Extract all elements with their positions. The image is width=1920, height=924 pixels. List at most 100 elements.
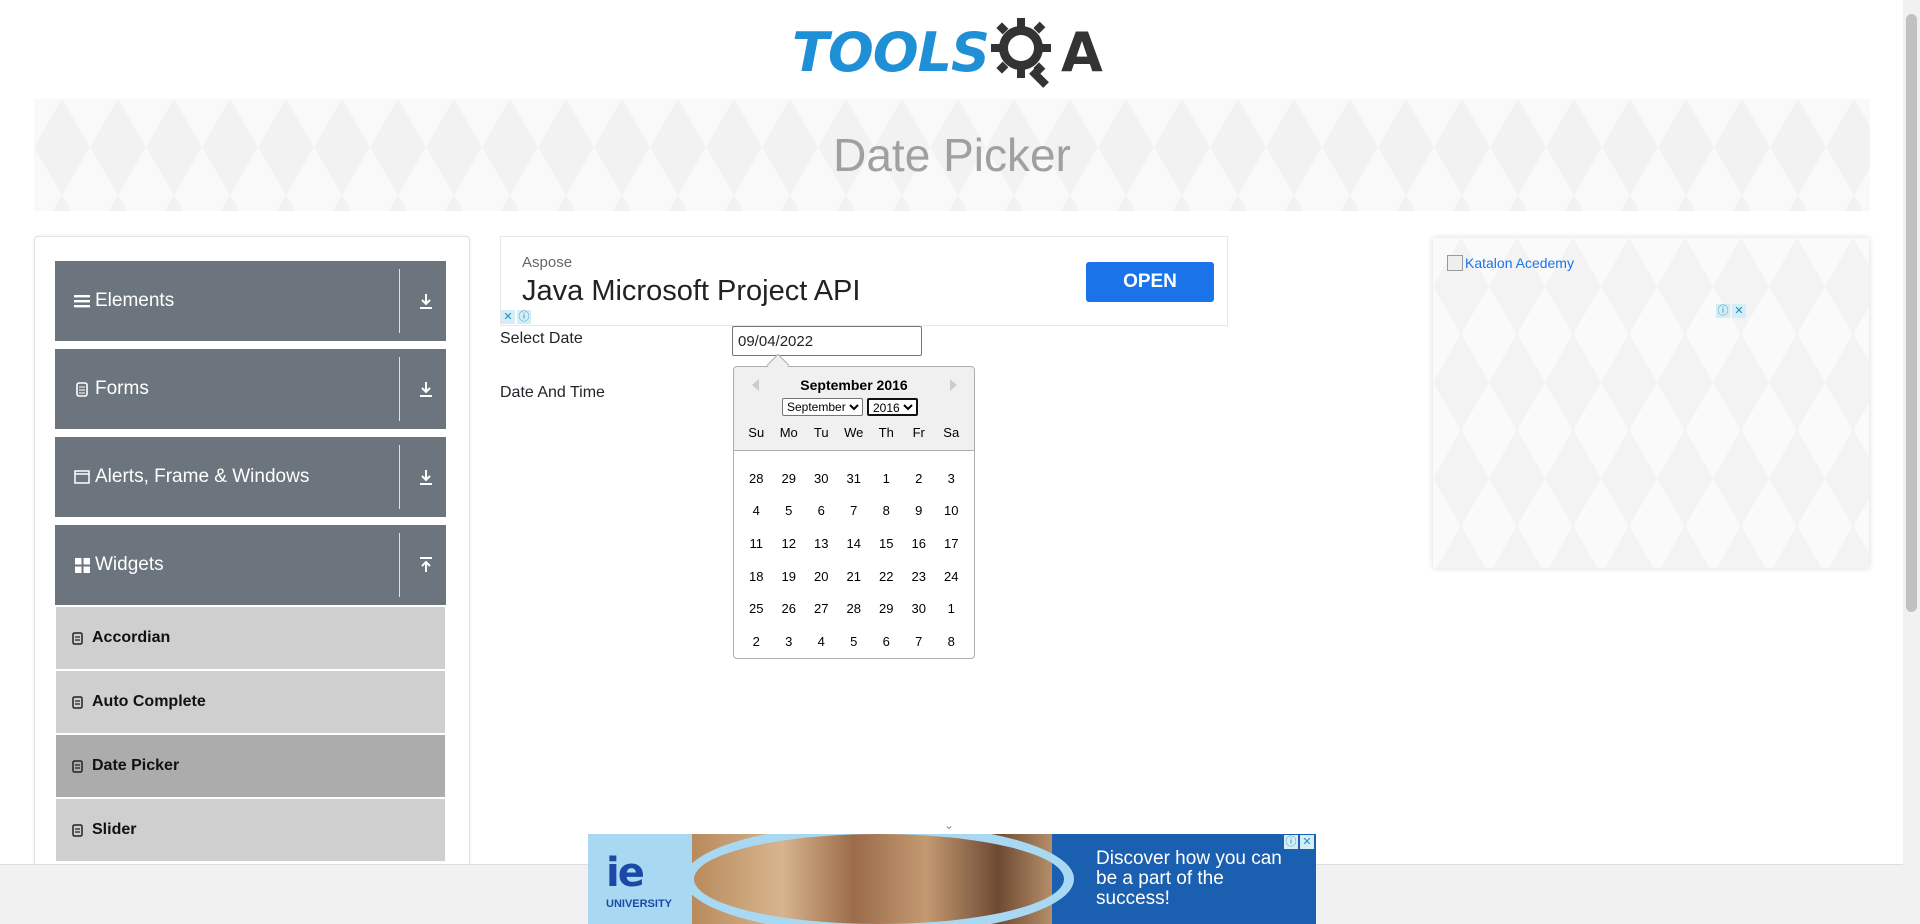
calendar-day[interactable]: 25 <box>740 601 773 616</box>
calendar-day[interactable]: 29 <box>773 471 806 486</box>
scrollbar-thumb[interactable] <box>1906 14 1917 612</box>
sidebar-group-widgets[interactable]: Widgets <box>55 525 446 605</box>
calendar-day[interactable]: 3 <box>935 471 968 486</box>
calendar-day[interactable]: 22 <box>870 569 903 584</box>
calendar-day[interactable]: 2 <box>740 634 773 649</box>
ad-choices[interactable]: ⓘ ✕ <box>1284 835 1314 849</box>
calendar-day[interactable]: 24 <box>935 569 968 584</box>
calendar-day[interactable]: 4 <box>740 503 773 518</box>
ad-choices[interactable]: ✕ ⓘ <box>501 310 531 324</box>
calendar-day[interactable]: 29 <box>870 601 903 616</box>
calendar-day[interactable]: 7 <box>903 634 936 649</box>
list-item-icon <box>72 759 84 773</box>
calendar-day[interactable]: 27 <box>805 601 838 616</box>
calendar-week: 28 29 30 31 1 2 3 <box>740 462 968 495</box>
logo-suffix: A <box>1060 20 1103 84</box>
ad-open-button[interactable]: OPEN <box>1086 262 1214 302</box>
sidebar-item-label: Accordian <box>92 629 171 646</box>
calendar-day[interactable]: 4 <box>805 634 838 649</box>
calendar-day[interactable]: 12 <box>773 536 806 551</box>
sidebar-item-date-picker[interactable]: Date Picker <box>56 735 445 797</box>
calendar-week: 25 26 27 28 29 30 1 <box>740 592 968 625</box>
ad-cta-text: Discover how you can be a part of the su… <box>1096 848 1282 909</box>
sidebar-item-auto-complete[interactable]: Auto Complete <box>56 671 445 733</box>
expand-download-icon[interactable] <box>416 379 436 399</box>
ad-headline[interactable]: Java Microsoft Project API <box>522 275 860 308</box>
calendar-day[interactable]: 31 <box>838 471 871 486</box>
calendar-day[interactable]: 15 <box>870 536 903 551</box>
ad-right-sidebar[interactable]: Katalon Acedemy <box>1433 238 1869 568</box>
calendar-day[interactable]: 17 <box>935 536 968 551</box>
info-icon[interactable]: ⓘ <box>1284 835 1298 849</box>
calendar-day[interactable]: 16 <box>903 536 936 551</box>
calendar-day[interactable]: 14 <box>838 536 871 551</box>
calendar-day[interactable]: 21 <box>838 569 871 584</box>
calendar-day[interactable]: 20 <box>805 569 838 584</box>
calendar-day[interactable]: 30 <box>805 471 838 486</box>
next-month-icon[interactable] <box>950 379 957 391</box>
divider <box>399 269 400 333</box>
expand-download-icon[interactable] <box>416 467 436 487</box>
chevron-down-icon[interactable]: ⌄ <box>944 818 956 832</box>
calendar-day[interactable]: 5 <box>838 634 871 649</box>
info-icon[interactable]: ⓘ <box>1716 304 1730 318</box>
calendar-day[interactable]: 7 <box>838 503 871 518</box>
ad-image-alt-text: Katalon Acedemy <box>1465 255 1574 271</box>
calendar-day[interactable]: 11 <box>740 536 773 551</box>
calendar-day[interactable]: 30 <box>903 601 936 616</box>
calendar-day[interactable]: 19 <box>773 569 806 584</box>
sidebar-item-accordian[interactable]: Accordian <box>56 607 445 669</box>
sidebar-group-forms[interactable]: Forms <box>55 349 446 429</box>
year-select[interactable]: 2016 <box>867 398 918 416</box>
date-and-time-label: Date And Time <box>500 384 605 401</box>
calendar-day[interactable]: 8 <box>935 634 968 649</box>
calendar-day[interactable]: 13 <box>805 536 838 551</box>
calendar-day[interactable]: 3 <box>773 634 806 649</box>
calendar-day[interactable]: 5 <box>773 503 806 518</box>
calendar-day[interactable]: 6 <box>805 503 838 518</box>
sidebar-group-elements[interactable]: Elements <box>55 261 446 341</box>
toolsqa-logo[interactable]: TOOLS A <box>792 14 1103 90</box>
divider <box>399 445 400 509</box>
weekday-name: We <box>844 425 864 440</box>
hamburger-icon <box>73 292 91 310</box>
select-date-input[interactable] <box>732 326 922 356</box>
calendar-day[interactable]: 6 <box>870 634 903 649</box>
ad-banner-top[interactable]: Aspose Java Microsoft Project API OPEN <box>500 236 1228 326</box>
calendar-day[interactable]: 23 <box>903 569 936 584</box>
calendar-week: 2 3 4 5 6 7 8 <box>740 625 968 658</box>
calendar-day[interactable]: 8 <box>870 503 903 518</box>
sidebar-group-label: Elements <box>95 290 175 311</box>
page-title: Date Picker <box>833 129 1071 181</box>
close-icon[interactable]: ✕ <box>1732 304 1746 318</box>
calendar-day[interactable]: 10 <box>935 503 968 518</box>
calendar-day[interactable]: 18 <box>740 569 773 584</box>
collapse-upload-icon[interactable] <box>416 555 436 575</box>
sidebar-group-label: Alerts, Frame & Windows <box>95 466 310 487</box>
close-icon[interactable]: ✕ <box>501 310 515 324</box>
calendar-day[interactable]: 26 <box>773 601 806 616</box>
sidebar-group-alerts[interactable]: Alerts, Frame & Windows <box>55 437 446 517</box>
calendar-day[interactable]: 2 <box>903 471 936 486</box>
list-item-icon <box>72 823 84 837</box>
close-icon[interactable]: ✕ <box>1300 835 1314 849</box>
sidebar-item-slider[interactable]: Slider <box>56 799 445 861</box>
weekday-name: Mo <box>779 425 798 440</box>
calendar-day[interactable]: 1 <box>935 601 968 616</box>
ad-choices[interactable]: ⓘ ✕ <box>1716 304 1746 318</box>
divider <box>399 357 400 421</box>
select-date-label: Select Date <box>500 330 583 347</box>
expand-download-icon[interactable] <box>416 291 436 311</box>
calendar-day[interactable]: 28 <box>838 601 871 616</box>
month-select[interactable]: September <box>782 398 863 416</box>
calendar-day[interactable]: 9 <box>903 503 936 518</box>
current-month-title: September 2016 <box>800 377 908 393</box>
weekday-header: Su Mo Tu We Th Fr Sa <box>740 425 968 440</box>
calendar-week: 11 12 13 14 15 16 17 <box>740 527 968 560</box>
ad-image-link[interactable]: Katalon Acedemy <box>1447 255 1574 271</box>
grid-icon <box>73 556 91 574</box>
calendar-day[interactable]: 28 <box>740 471 773 486</box>
calendar-day[interactable]: 1 <box>870 471 903 486</box>
info-icon[interactable]: ⓘ <box>517 310 531 324</box>
ad-banner-bottom[interactable]: ie UNIVERSITY Discover how you can be a … <box>588 834 1316 924</box>
